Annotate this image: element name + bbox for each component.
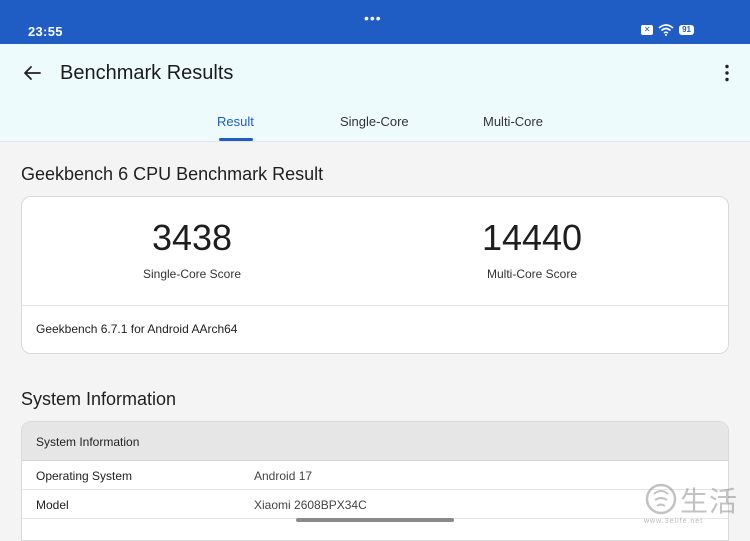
status-bar: 23:55 ••• ✕ 91 [0, 0, 750, 44]
more-vert-icon[interactable] [724, 64, 730, 82]
app-header: Benchmark Results Result Single-Core Mul… [0, 44, 750, 142]
multi-core-label: Multi-Core Score [486, 267, 578, 281]
row-value: Android 17 [254, 469, 313, 483]
system-info-table: System Information Operating System Andr… [21, 421, 729, 541]
tab-multi-core[interactable]: Multi-Core [483, 114, 543, 129]
system-info-table-header: System Information [22, 422, 728, 461]
watermark-text: 生活 [680, 486, 739, 517]
home-indicator[interactable] [296, 518, 454, 522]
tab-indicator [219, 138, 253, 141]
watermark-url: www.3elife.net [644, 518, 704, 525]
score-card: 3438 Single-Core Score 14440 Multi-Core … [21, 196, 729, 354]
multi-core-block: 14440 Multi-Core Score [362, 217, 702, 281]
single-core-score: 3438 [151, 217, 233, 258]
sim-off-icon: ✕ [641, 25, 654, 35]
multitask-dots-icon[interactable]: ••• [364, 11, 382, 25]
version-text: Geekbench 6.7.1 for Android AArch64 [36, 322, 238, 336]
row-key: Model [36, 498, 69, 512]
tab-bar: Result Single-Core Multi-Core [0, 112, 750, 142]
tab-single-core[interactable]: Single-Core [340, 114, 409, 129]
system-section-title: System Information [21, 389, 177, 409]
card-divider [22, 305, 728, 306]
watermark: 生活 www.3elife.net [644, 478, 744, 528]
page-title: Benchmark Results [60, 62, 234, 84]
row-value: Xiaomi 2608BPX34C [254, 498, 367, 512]
watermark-logo-icon [645, 483, 677, 515]
tab-result[interactable]: Result [217, 114, 254, 129]
multi-core-score: 14440 [481, 217, 583, 258]
wifi-icon [658, 24, 674, 36]
result-section-title: Geekbench 6 CPU Benchmark Result [21, 164, 324, 184]
battery-icon: 91 [679, 25, 694, 35]
table-row: Operating System Android 17 [22, 461, 728, 490]
table-row: Model Xiaomi 2608BPX34C [22, 490, 728, 519]
single-core-block: 3438 Single-Core Score [22, 217, 362, 281]
arrow-left-icon[interactable] [22, 63, 42, 83]
status-time: 23:55 [28, 24, 63, 39]
row-key: Operating System [36, 469, 133, 483]
status-icons: ✕ 91 [641, 24, 694, 36]
single-core-label: Single-Core Score [142, 267, 242, 281]
